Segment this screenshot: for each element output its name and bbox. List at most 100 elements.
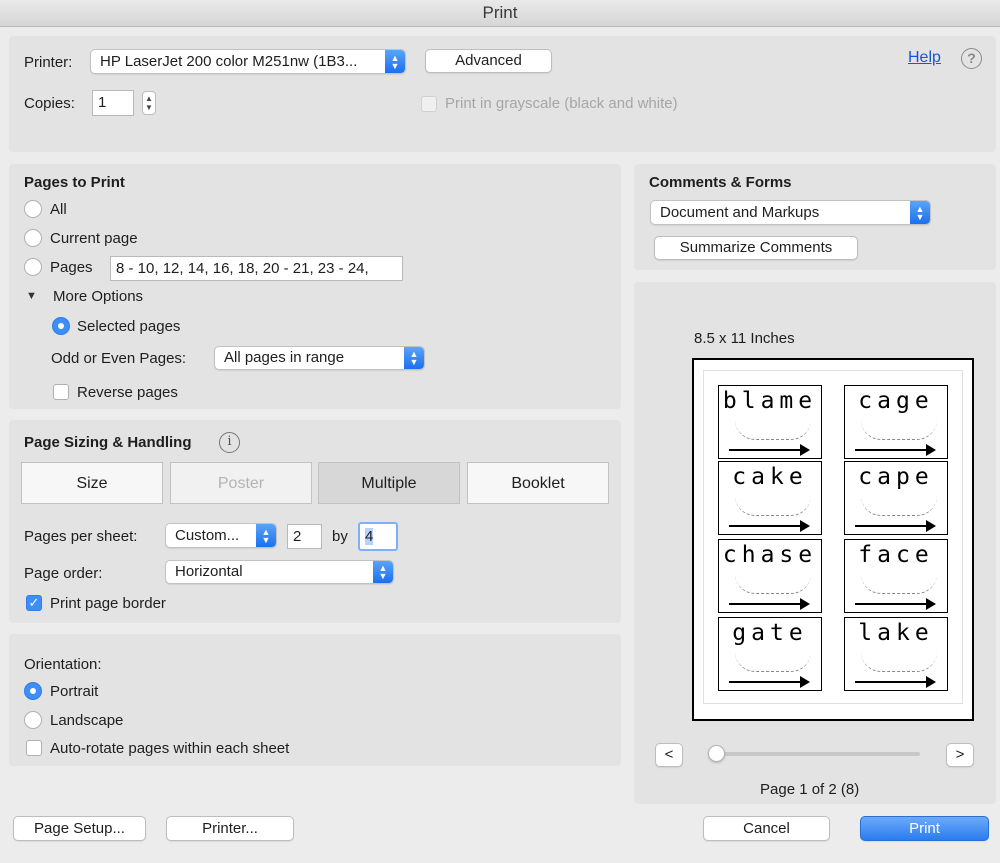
printer-select[interactable]: HP LaserJet 200 color M251nw (1B3... ▲ ▼ xyxy=(90,49,406,74)
sound-dots-icon xyxy=(735,652,811,672)
updown-arrows-icon: ▲ ▼ xyxy=(373,561,393,583)
rows-input[interactable]: 4 xyxy=(358,522,398,551)
right-arrow-icon xyxy=(729,676,810,688)
preview-word: cake xyxy=(732,464,808,490)
page-slider[interactable] xyxy=(710,752,920,756)
paper-size-label: 8.5 x 11 Inches xyxy=(694,330,795,347)
tab-booklet[interactable]: Booklet xyxy=(467,462,609,504)
grayscale-checkbox[interactable] xyxy=(421,96,437,112)
page-order-label: Page order: xyxy=(24,565,103,582)
preview-word-card: face xyxy=(844,539,948,613)
page-slider-knob[interactable] xyxy=(708,745,725,762)
window-title-bar: Print xyxy=(0,0,1000,27)
columns-input[interactable]: 2 xyxy=(287,524,322,549)
reverse-pages-checkbox[interactable] xyxy=(53,384,69,400)
updown-arrows-icon: ▲ ▼ xyxy=(256,524,276,547)
comments-forms-heading: Comments & Forms xyxy=(649,174,792,191)
preview-word: gate xyxy=(732,620,808,646)
grayscale-label: Print in grayscale (black and white) xyxy=(445,95,678,112)
pages-to-print-panel xyxy=(9,164,621,409)
pages-per-sheet-select[interactable]: Custom... ▲ ▼ xyxy=(165,523,277,548)
radio-selected-pages-label: Selected pages xyxy=(77,318,181,335)
preview-word: cage xyxy=(858,388,934,414)
radio-pages[interactable] xyxy=(24,258,42,276)
auto-rotate-label: Auto-rotate pages within each sheet xyxy=(50,740,290,757)
info-icon[interactable]: i xyxy=(219,432,240,453)
comments-forms-value: Document and Markups xyxy=(660,204,820,221)
sound-dots-icon xyxy=(861,652,937,672)
comments-forms-select[interactable]: Document and Markups ▲ ▼ xyxy=(650,200,931,225)
orientation-heading: Orientation: xyxy=(24,656,102,673)
pages-to-print-heading: Pages to Print xyxy=(24,174,125,191)
next-page-button[interactable]: > xyxy=(946,743,974,767)
tab-size[interactable]: Size xyxy=(21,462,163,504)
sound-dots-icon xyxy=(861,420,937,440)
preview-word-card: cape xyxy=(844,461,948,535)
preview-word: face xyxy=(858,542,934,568)
preview-word-card: chase xyxy=(718,539,822,613)
updown-arrows-icon: ▲ ▼ xyxy=(910,201,930,224)
preview-word-card: lake xyxy=(844,617,948,691)
tab-multiple[interactable]: Multiple xyxy=(318,462,460,504)
right-arrow-icon xyxy=(729,444,810,456)
preview-word-card: gate xyxy=(718,617,822,691)
printer-select-value: HP LaserJet 200 color M251nw (1B3... xyxy=(100,53,358,70)
preview-word-card: cage xyxy=(844,385,948,459)
sound-dots-icon xyxy=(861,574,937,594)
copies-label: Copies: xyxy=(24,95,75,112)
radio-current-page[interactable] xyxy=(24,229,42,247)
pages-range-input[interactable]: 8 - 10, 12, 14, 16, 18, 20 - 21, 23 - 24… xyxy=(110,256,403,281)
tab-poster[interactable]: Poster xyxy=(170,462,312,504)
by-label: by xyxy=(332,528,348,545)
right-arrow-icon xyxy=(729,520,810,532)
preview-word: blame xyxy=(722,388,818,414)
advanced-button[interactable]: Advanced xyxy=(425,49,552,73)
copies-stepper[interactable]: ▲ ▼ xyxy=(142,91,156,115)
window-title: Print xyxy=(482,3,518,22)
radio-portrait[interactable] xyxy=(24,682,42,700)
preview-word-card: blame xyxy=(718,385,822,459)
odd-even-label: Odd or Even Pages: xyxy=(51,350,187,367)
odd-even-select[interactable]: All pages in range ▲ ▼ xyxy=(214,346,425,370)
sound-dots-icon xyxy=(735,496,811,516)
page-order-select[interactable]: Horizontal ▲ ▼ xyxy=(165,560,394,584)
printer-button[interactable]: Printer... xyxy=(166,816,294,841)
pages-per-sheet-label: Pages per sheet: xyxy=(24,528,138,545)
prev-page-button[interactable]: < xyxy=(655,743,683,767)
page-status: Page 1 of 2 (8) xyxy=(760,781,860,798)
radio-pages-label: Pages xyxy=(50,259,93,276)
auto-rotate-checkbox[interactable] xyxy=(26,740,42,756)
radio-portrait-label: Portrait xyxy=(50,683,99,700)
radio-selected-pages[interactable] xyxy=(52,317,70,335)
radio-all[interactable] xyxy=(24,200,42,218)
summarize-comments-button[interactable]: Summarize Comments xyxy=(654,236,858,260)
sound-dots-icon xyxy=(861,496,937,516)
page-sizing-heading: Page Sizing & Handling xyxy=(24,434,192,451)
page-setup-button[interactable]: Page Setup... xyxy=(13,816,146,841)
help-icon[interactable]: ? xyxy=(961,48,982,69)
print-border-checkbox[interactable]: ✓ xyxy=(26,595,42,611)
radio-all-label: All xyxy=(50,201,67,218)
disclosure-triangle-icon[interactable]: ▼ xyxy=(26,290,37,302)
cancel-button[interactable]: Cancel xyxy=(703,816,830,841)
preview-word: lake xyxy=(858,620,934,646)
preview-word: chase xyxy=(722,542,818,568)
preview-word-card: cake xyxy=(718,461,822,535)
help-link[interactable]: Help xyxy=(908,49,941,67)
updown-arrows-icon: ▲ ▼ xyxy=(385,50,405,73)
preview-word: cape xyxy=(858,464,934,490)
radio-landscape-label: Landscape xyxy=(50,712,124,729)
radio-current-page-label: Current page xyxy=(50,230,138,247)
page-order-value: Horizontal xyxy=(175,563,243,580)
odd-even-select-value: All pages in range xyxy=(224,349,345,366)
more-options-label[interactable]: More Options xyxy=(53,288,143,305)
radio-landscape[interactable] xyxy=(24,711,42,729)
right-arrow-icon xyxy=(729,598,810,610)
pages-per-sheet-value: Custom... xyxy=(175,527,240,544)
sound-dots-icon xyxy=(735,420,811,440)
right-arrow-icon xyxy=(855,444,936,456)
updown-arrows-icon: ▲ ▼ xyxy=(404,347,424,369)
print-button[interactable]: Print xyxy=(860,816,989,841)
print-border-label: Print page border xyxy=(50,595,166,612)
copies-input[interactable]: 1 xyxy=(92,90,134,116)
